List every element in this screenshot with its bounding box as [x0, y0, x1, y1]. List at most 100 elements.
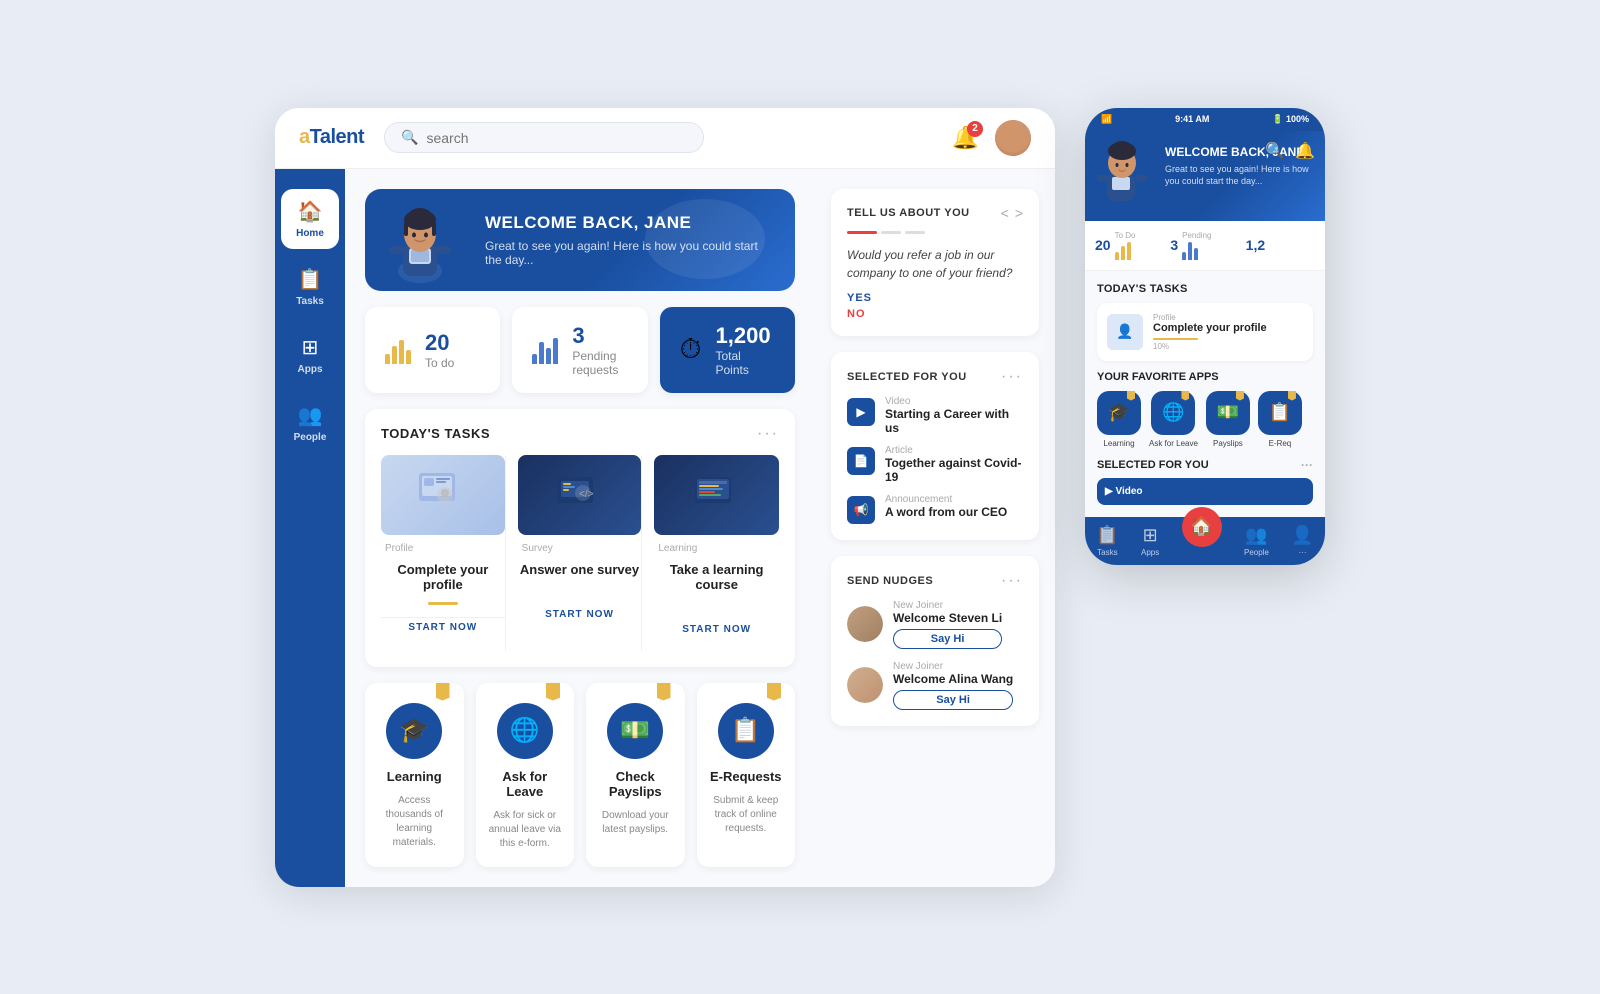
app-logo: aTalent: [299, 126, 364, 149]
mobile-app-leave[interactable]: 🌐 Ask for Leave: [1149, 391, 1198, 448]
mobile-nav-apps[interactable]: ⊞ Apps: [1141, 525, 1159, 557]
nudges-menu[interactable]: ···: [1001, 572, 1023, 590]
task-learning-start[interactable]: START NOW: [654, 620, 779, 639]
tasks-menu[interactable]: ···: [757, 425, 779, 443]
erequests-app-name: E-Requests: [710, 769, 782, 784]
mobile-nav-home[interactable]: 🏠: [1182, 523, 1222, 547]
mobile-task-card[interactable]: 👤 Profile Complete your profile 10%: [1097, 303, 1313, 361]
nav-arrows: < >: [1001, 205, 1023, 221]
mobile-app-learning[interactable]: 🎓 Learning: [1097, 391, 1141, 448]
tell-us-answers: YES NO: [847, 292, 1023, 320]
app-card-payslips[interactable]: 💵 Check Payslips Download your latest pa…: [586, 683, 685, 867]
answer-no[interactable]: NO: [847, 308, 1023, 320]
right-panel: TELL US ABOUT YOU < >: [815, 169, 1055, 887]
sidebar-item-home[interactable]: 🏠 Home: [281, 189, 339, 249]
mobile-todo-label: To Do: [1115, 231, 1136, 240]
task-survey-start[interactable]: START NOW: [518, 605, 642, 624]
nudges-card: SEND NUDGES ··· New Joiner: [831, 556, 1039, 726]
say-hi-alina[interactable]: Say Hi: [893, 690, 1013, 710]
mobile-app-ereq[interactable]: 📋 E-Req: [1258, 391, 1302, 448]
selected-article[interactable]: 📄 Article Together against Covid-19: [847, 445, 1023, 484]
selected-header: SELECTED FOR YOU ···: [847, 368, 1023, 386]
search-icon: 🔍: [401, 129, 418, 146]
mobile-notif-icon[interactable]: 🔔: [1295, 141, 1315, 161]
sidebar-item-apps[interactable]: ⊞ Apps: [281, 325, 339, 385]
top-bar: aTalent 🔍 🔔 2: [275, 108, 1055, 169]
sidebar-item-people[interactable]: 👥 People: [281, 393, 339, 453]
sidebar-item-tasks[interactable]: 📋 Tasks: [281, 257, 339, 317]
mobile-stats: 20 To Do 3 Pending: [1085, 221, 1325, 271]
search-input[interactable]: [426, 130, 687, 146]
bar4: [406, 350, 411, 364]
steven-type: New Joiner: [893, 600, 1002, 611]
mobile-payslips-icon: 💵: [1206, 391, 1250, 435]
task-learning-type: Learning: [658, 543, 697, 554]
nudge-list: New Joiner Welcome Steven Li Say Hi: [847, 600, 1023, 710]
task-survey-thumb: </>: [518, 455, 642, 535]
mobile-home-icon: 🏠: [1190, 516, 1212, 537]
mobile-nav-tasks[interactable]: 📋 Tasks: [1096, 525, 1118, 557]
bar2: [392, 346, 397, 364]
mobile-welcome: 🔍 🔔 WELCOME BACK, JANE: [1085, 131, 1325, 221]
task-learning: Learning Take a learning course START NO…: [654, 455, 779, 651]
stat-points-label: Total Points: [716, 349, 775, 377]
user-avatar[interactable]: [995, 120, 1031, 156]
answer-yes[interactable]: YES: [847, 292, 1023, 304]
mobile-selected-title-text: SELECTED FOR YOU: [1097, 459, 1209, 471]
avatar-face: [995, 120, 1031, 156]
selected-menu[interactable]: ···: [1001, 368, 1023, 386]
selected-announcement[interactable]: 📢 Announcement A word from our CEO: [847, 494, 1023, 524]
prev-arrow[interactable]: <: [1001, 205, 1009, 221]
bar3: [399, 340, 404, 364]
task-profile-start[interactable]: START NOW: [381, 617, 505, 637]
mobile-stat-todo: 20 To Do: [1095, 231, 1164, 260]
mobile-nav-people[interactable]: 👥 People: [1244, 525, 1269, 557]
payslips-app-desc: Download your latest payslips.: [598, 809, 673, 837]
app-card-erequests[interactable]: 📋 E-Requests Submit & keep track of onli…: [697, 683, 796, 867]
mobile-nav-profile[interactable]: 👤 ···: [1291, 525, 1313, 557]
video-icon: ▶: [847, 398, 875, 426]
task-survey-name: Answer one survey: [520, 562, 639, 577]
mobile-learning-icon: 🎓: [1097, 391, 1141, 435]
leave-app-desc: Ask for sick or annual leave via this e-…: [488, 809, 563, 851]
task-profile-thumb: [381, 455, 505, 535]
mobile-nav-tasks-label: Tasks: [1097, 548, 1117, 557]
article-icon: 📄: [847, 447, 875, 475]
pending-chart: [532, 336, 558, 364]
app-card-leave[interactable]: 🌐 Ask for Leave Ask for sick or annual l…: [476, 683, 575, 867]
stat-todo-text: 20 To do: [425, 330, 454, 370]
task-progress-bar: [428, 602, 458, 605]
mobile-todo-info: To Do: [1115, 231, 1136, 260]
nudges-header: SEND NUDGES ···: [847, 572, 1023, 590]
dot-2: [905, 231, 925, 234]
next-arrow[interactable]: >: [1015, 205, 1023, 221]
mobile-video-preview[interactable]: ▶ Video: [1097, 478, 1313, 505]
mobile-task-thumb: 👤: [1107, 314, 1143, 350]
selected-article-info: Article Together against Covid-19: [885, 445, 1023, 484]
mb3: [1127, 242, 1131, 260]
mpb3: [1194, 248, 1198, 260]
search-bar[interactable]: 🔍: [384, 122, 704, 153]
app-card-learning[interactable]: 🎓 Learning Access thousands of learning …: [365, 683, 464, 867]
task-profile-type: Profile: [385, 543, 413, 554]
notif-badge: 2: [967, 121, 983, 137]
right-panel-inner: TELL US ABOUT YOU < >: [831, 189, 1039, 726]
notifications-button[interactable]: 🔔 2: [952, 125, 979, 151]
selected-video[interactable]: ▶ Video Starting a Career with us: [847, 396, 1023, 435]
steven-avatar: [847, 606, 883, 642]
mobile-home-btn[interactable]: 🏠: [1182, 507, 1222, 547]
tell-us-question: Would you refer a job in our company to …: [847, 246, 1023, 282]
mobile-selected-dots[interactable]: ···: [1301, 458, 1313, 472]
mobile-search-icon[interactable]: 🔍: [1265, 141, 1285, 161]
say-hi-steven[interactable]: Say Hi: [893, 629, 1002, 649]
stats-row: 20 To do 3: [365, 307, 795, 393]
sidebar-label-tasks: Tasks: [296, 296, 324, 307]
mobile-icons-top: 🔍 🔔: [1265, 141, 1315, 161]
mobile-app-payslips[interactable]: 💵 Payslips: [1206, 391, 1250, 448]
learning-app-name: Learning: [387, 769, 442, 784]
stat-todo-label: To do: [425, 356, 454, 370]
stat-pending-text: 3 Pending requests: [572, 323, 627, 377]
tasks-card: TODAY'S TASKS ···: [365, 409, 795, 667]
nudges-title: SEND NUDGES: [847, 575, 933, 587]
apps-icon: ⊞: [302, 335, 319, 360]
